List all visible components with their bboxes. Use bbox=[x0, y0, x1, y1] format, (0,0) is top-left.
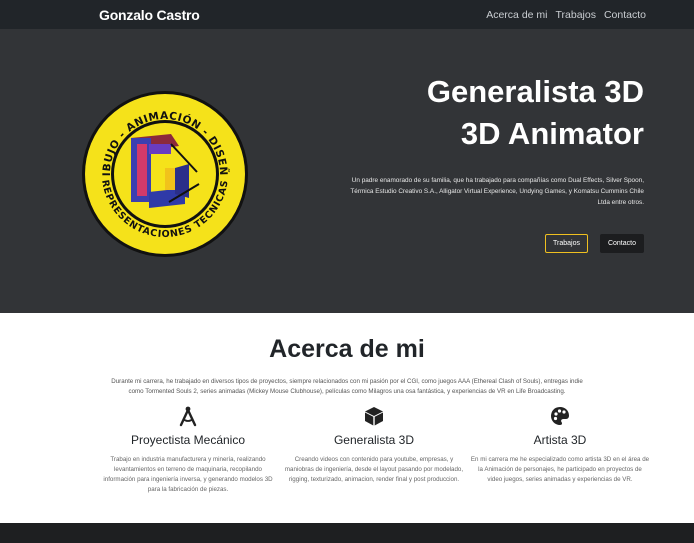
service-title: Proyectista Mecánico bbox=[130, 433, 246, 447]
service-3d-artist: Artista 3D En mi carrera me he especiali… bbox=[470, 405, 650, 485]
logo-emblem: DIBUJO - ANIMACIÓN - DISEÑO REPRESENTACI… bbox=[80, 89, 248, 257]
hero-buttons: Trabajos Contacto bbox=[544, 234, 644, 253]
hero-description: Un padre enamorado de su familia, que ha… bbox=[350, 177, 644, 206]
service-mechanical-designer: Proyectista Mecánico Trabajo en industri… bbox=[98, 405, 278, 495]
hero-title-line-2: 3D Animator bbox=[460, 116, 644, 151]
service-title: Artista 3D bbox=[533, 433, 587, 447]
hero-title-line-1: Generalista 3D bbox=[426, 74, 644, 109]
hero-title: Generalista 3D 3D Animator bbox=[427, 71, 644, 155]
nav-links: Acerca de mi Trabajos Contacto bbox=[486, 9, 646, 21]
hero-section: DIBUJO - ANIMACIÓN - DISEÑO REPRESENTACI… bbox=[0, 29, 694, 313]
service-title: Generalista 3D bbox=[333, 433, 415, 447]
service-3d-generalist: Generalista 3D Creando videos con conten… bbox=[284, 405, 464, 485]
contact-button[interactable]: Contacto bbox=[599, 234, 644, 253]
nav-link-works[interactable]: Trabajos bbox=[556, 9, 596, 21]
service-text: Trabajo en industria manufacturera y min… bbox=[103, 456, 273, 493]
footer-band bbox=[0, 523, 694, 543]
cube-icon bbox=[284, 405, 464, 429]
about-heading: Acerca de mi bbox=[269, 335, 425, 363]
service-text: En mi carrera me he especializado como a… bbox=[470, 456, 650, 483]
about-section: Acerca de mi Durante mi carrera, he trab… bbox=[0, 313, 694, 523]
brand-name[interactable]: Gonzalo Castro bbox=[99, 7, 200, 23]
nav-link-about[interactable]: Acerca de mi bbox=[486, 9, 547, 21]
compass-drafting-icon bbox=[98, 405, 278, 429]
nav-link-contact[interactable]: Contacto bbox=[604, 9, 646, 21]
works-button[interactable]: Trabajos bbox=[544, 234, 588, 253]
about-text: Durante mi carrera, he trabajado en dive… bbox=[111, 378, 583, 395]
palette-icon bbox=[470, 405, 650, 429]
service-text: Creando videos con contenido para youtub… bbox=[284, 456, 464, 483]
navbar: Gonzalo Castro Acerca de mi Trabajos Con… bbox=[0, 0, 694, 29]
